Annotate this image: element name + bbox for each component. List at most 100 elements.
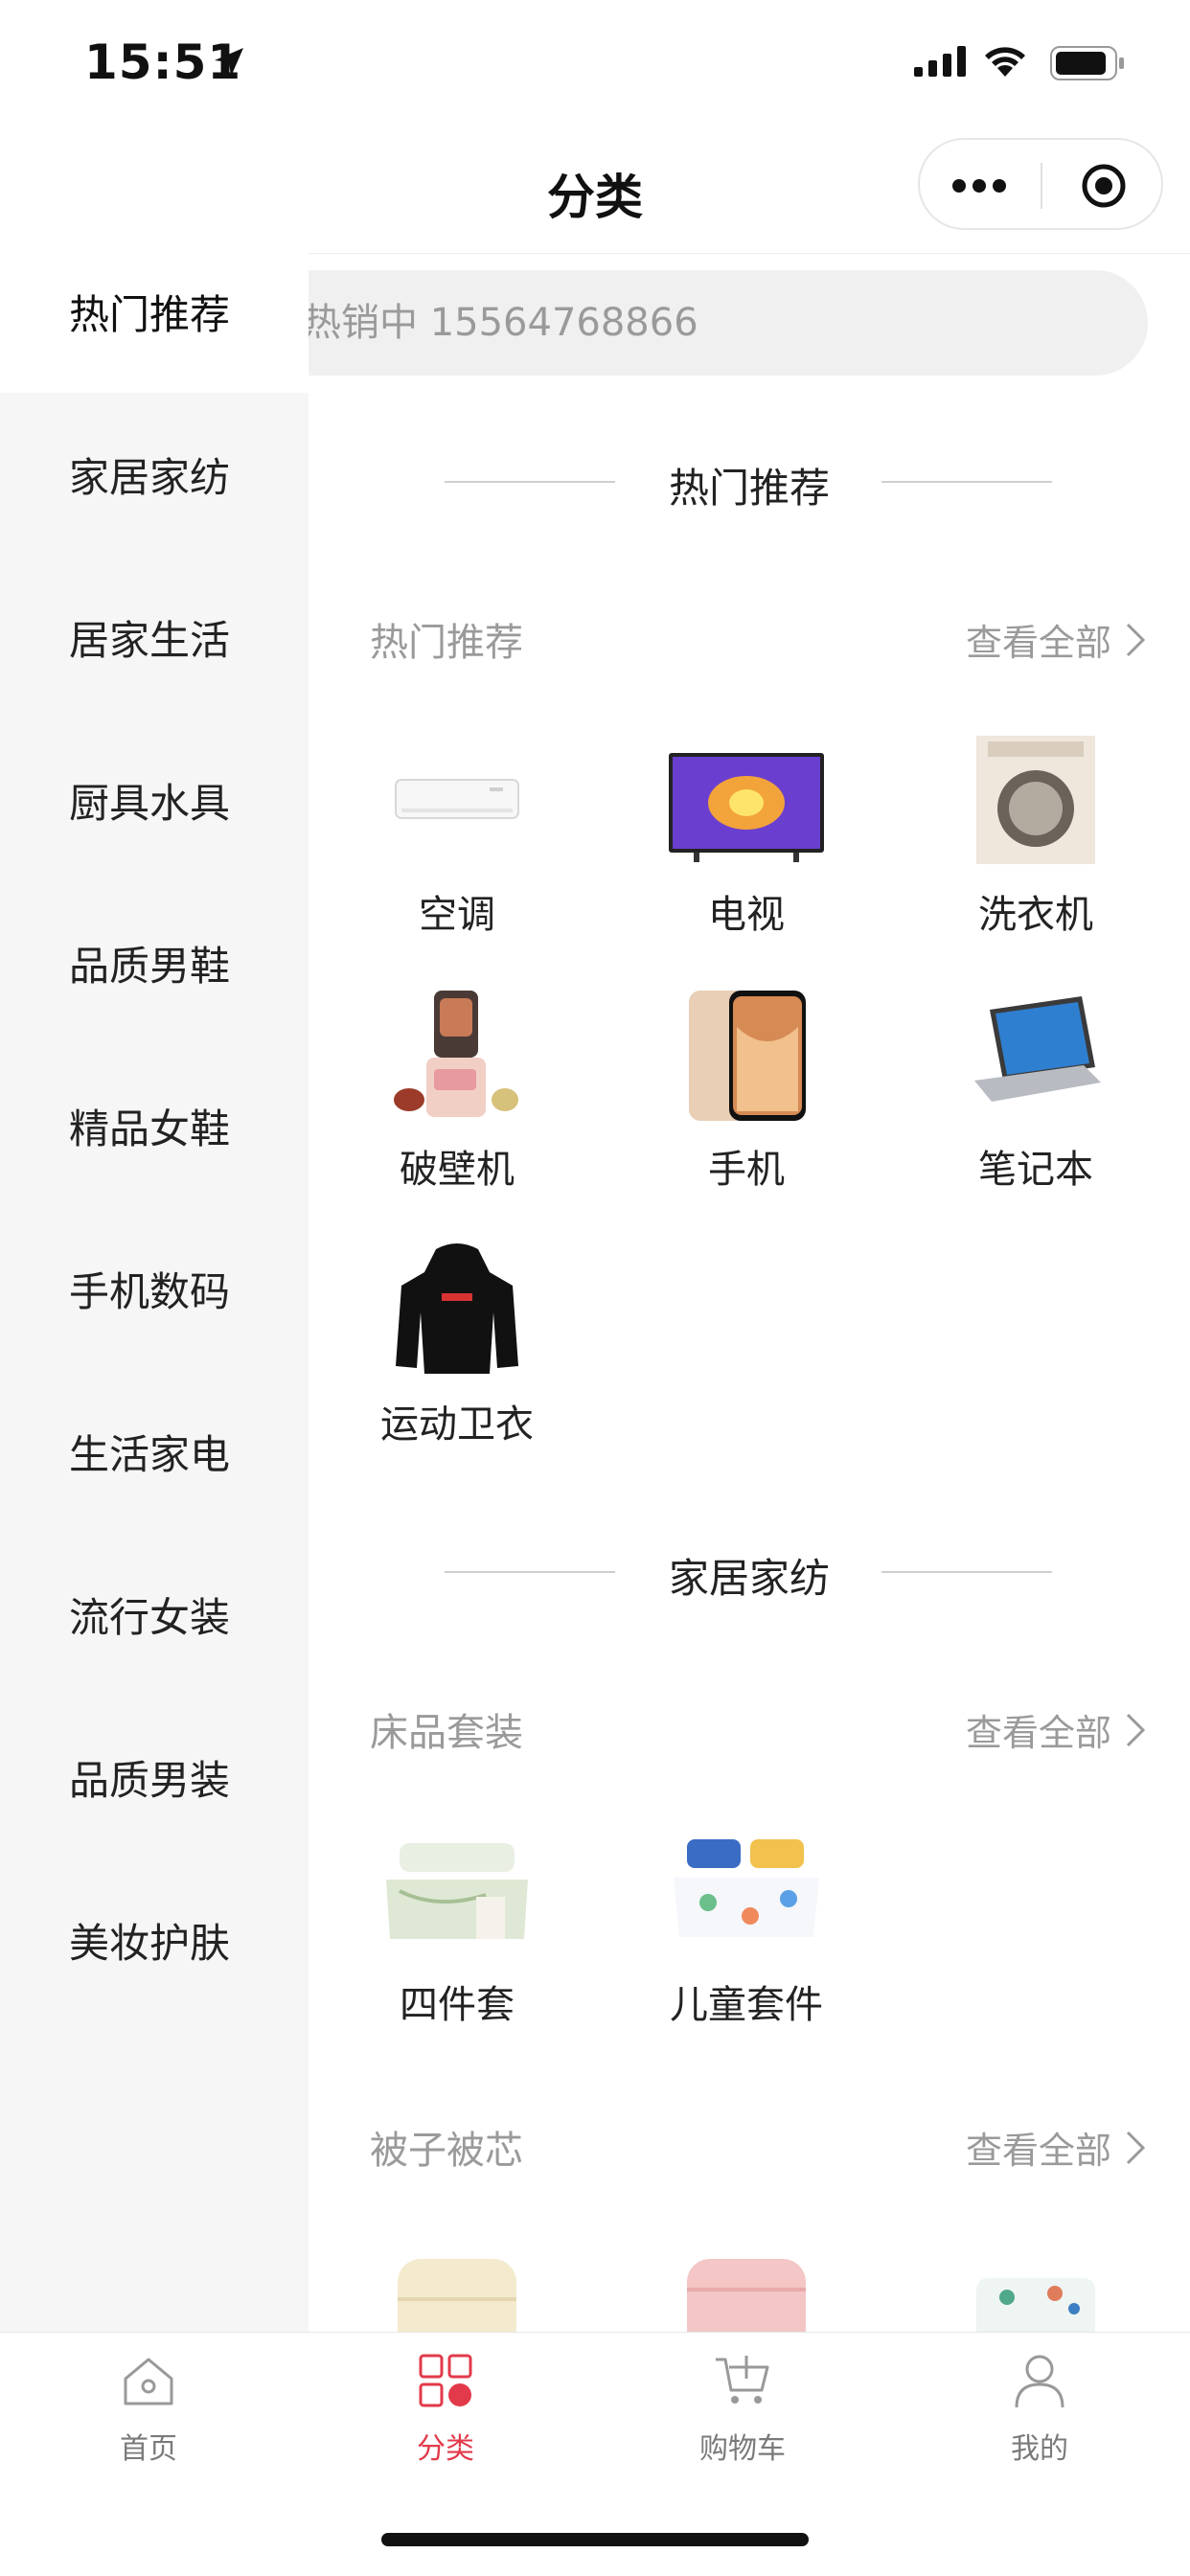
group-name: 热门推荐 — [370, 621, 523, 665]
product-item[interactable]: 洗衣机 — [892, 734, 1179, 973]
more-icon[interactable] — [952, 178, 1013, 196]
product-item[interactable]: 手机 — [603, 989, 890, 1228]
quilt-printed-icon — [976, 2278, 1095, 2332]
user-icon — [1015, 2355, 1064, 2408]
cart-icon — [716, 2356, 769, 2404]
cellular-signal-icon — [914, 46, 966, 77]
product-name: 笔记本 — [978, 1148, 1093, 1192]
tab-label: 购物车 — [699, 2432, 786, 2466]
section-title: 热门推荐 — [309, 443, 1190, 519]
product-item[interactable] — [892, 2251, 1179, 2332]
sidebar-item-digital[interactable]: 手机数码 — [0, 1207, 309, 1370]
air-conditioner-icon — [395, 779, 519, 819]
product-name: 破壁机 — [400, 1148, 515, 1192]
product-item[interactable] — [603, 2251, 890, 2332]
chevron-right-icon — [1126, 1713, 1146, 1746]
group-header: 被子被芯 查看全部 — [370, 2111, 1146, 2178]
product-item[interactable]: 空调 — [313, 734, 601, 973]
group-name: 床品套装 — [370, 1711, 523, 1755]
tab-home[interactable]: 首页 — [0, 2352, 297, 2476]
washing-machine-icon — [976, 736, 1095, 864]
product-item[interactable]: 四件套 — [313, 1824, 601, 2063]
sidebar-item-kitchen[interactable]: 厨具水具 — [0, 718, 309, 881]
view-all-label: 查看全部 — [965, 1712, 1111, 1754]
product-item[interactable]: 电视 — [603, 734, 890, 973]
status-bar: 15:51 — [0, 0, 1190, 126]
tab-label: 首页 — [120, 2432, 177, 2466]
battery-icon — [1050, 46, 1124, 80]
home-indicator[interactable] — [381, 2533, 809, 2546]
section-title-text: 家居家纺 — [668, 1555, 830, 1602]
tab-cart[interactable]: 购物车 — [594, 2352, 891, 2476]
sidebar-item-label: 品质男装 — [69, 1756, 231, 1804]
divider — [881, 1571, 1052, 1573]
sidebar-item-womens-shoes[interactable]: 精品女鞋 — [0, 1044, 309, 1207]
tab-label: 分类 — [417, 2432, 474, 2466]
group-name: 被子被芯 — [370, 2129, 523, 2173]
sidebar-item-hot[interactable]: 热门推荐 — [0, 230, 309, 393]
product-name: 运动卫衣 — [380, 1402, 534, 1447]
wifi-icon — [985, 47, 1025, 77]
quilt-cream-icon — [398, 2259, 516, 2332]
product-item[interactable]: 笔记本 — [892, 989, 1179, 1228]
blender-icon — [394, 991, 518, 1117]
hoodie-icon — [396, 1243, 518, 1374]
view-all-link[interactable]: 查看全部 — [966, 2121, 1146, 2174]
sidebar-item-beauty[interactable]: 美妆护肤 — [0, 1858, 309, 2021]
view-all-label: 查看全部 — [965, 2130, 1111, 2172]
product-name: 手机 — [708, 1148, 785, 1192]
product-item[interactable]: 运动卫衣 — [313, 1243, 601, 1483]
group-header: 床品套装 查看全部 — [370, 1694, 1146, 1761]
view-all-label: 查看全部 — [965, 622, 1111, 664]
product-name: 四件套 — [400, 1983, 515, 2027]
sidebar-item-appliances[interactable]: 生活家电 — [0, 1370, 309, 1533]
sidebar-item-label: 家居家纺 — [69, 453, 231, 501]
product-item[interactable]: 儿童套件 — [603, 1824, 890, 2063]
bedding-set-icon — [386, 1843, 528, 1939]
sidebar-item-label: 品质男鞋 — [69, 942, 231, 990]
sidebar-item-label: 美妆护肤 — [69, 1919, 231, 1967]
sidebar-item-label: 流行女装 — [69, 1593, 231, 1641]
tab-label: 我的 — [1011, 2432, 1068, 2466]
section-title: 家居家纺 — [309, 1533, 1190, 1609]
sidebar-item-label: 手机数码 — [69, 1267, 231, 1315]
tab-profile[interactable]: 我的 — [891, 2352, 1188, 2476]
view-all-link[interactable]: 查看全部 — [966, 1703, 1146, 1756]
group-header: 热门推荐 查看全部 — [370, 604, 1146, 671]
tv-icon — [669, 753, 824, 862]
category-icon — [419, 2354, 472, 2407]
divider — [881, 481, 1052, 483]
product-name: 儿童套件 — [670, 1983, 823, 2027]
product-item[interactable] — [313, 2251, 601, 2332]
product-name: 洗衣机 — [978, 893, 1093, 937]
close-mini-program-icon[interactable] — [1081, 163, 1127, 209]
sidebar-item-mens-wear[interactable]: 品质男装 — [0, 1696, 309, 1858]
location-arrow-icon — [215, 48, 243, 77]
mini-program-capsule — [918, 138, 1163, 230]
phone-icon — [689, 991, 806, 1121]
sidebar-item-label: 居家生活 — [69, 616, 231, 664]
category-content: 热门推荐 热门推荐 查看全部 空调 电视 洗衣机 破壁机 手机 笔记本 运动卫衣… — [309, 393, 1190, 2332]
sidebar-item-label: 热门推荐 — [69, 290, 231, 338]
sidebar-item-womens-wear[interactable]: 流行女装 — [0, 1533, 309, 1696]
sidebar-item-label: 厨具水具 — [69, 779, 231, 827]
sidebar-item-home-textile[interactable]: 家居家纺 — [0, 393, 309, 556]
sidebar-item-label: 精品女鞋 — [69, 1105, 231, 1152]
home-icon — [124, 2358, 173, 2405]
view-all-link[interactable]: 查看全部 — [966, 613, 1146, 666]
section-title-text: 热门推荐 — [668, 465, 830, 512]
sidebar-item-label: 生活家电 — [69, 1430, 231, 1478]
chevron-right-icon — [1126, 2131, 1146, 2164]
quilt-pink-icon — [687, 2259, 806, 2332]
capsule-divider — [1041, 163, 1042, 209]
sidebar-item-mens-shoes[interactable]: 品质男鞋 — [0, 881, 309, 1044]
product-name: 空调 — [419, 893, 495, 937]
product-item[interactable]: 破壁机 — [313, 989, 601, 1228]
sidebar-item-home-living[interactable]: 居家生活 — [0, 556, 309, 718]
tab-category[interactable]: 分类 — [297, 2352, 594, 2476]
product-name: 电视 — [708, 893, 785, 937]
category-sidebar: 热门推荐 家居家纺 居家生活 厨具水具 品质男鞋 精品女鞋 手机数码 生活家电 … — [0, 230, 309, 2332]
kids-bedding-icon — [674, 1839, 819, 1937]
chevron-right-icon — [1126, 623, 1146, 656]
laptop-icon — [974, 996, 1101, 1102]
